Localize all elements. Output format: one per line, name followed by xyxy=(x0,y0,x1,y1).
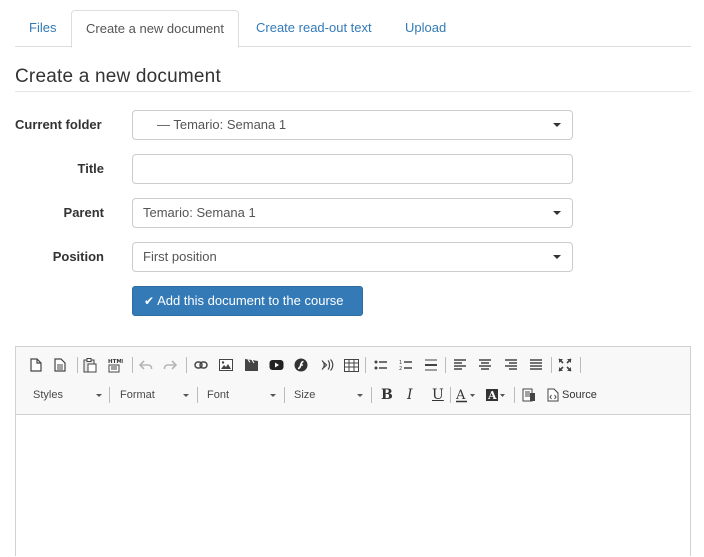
size-dropdown-label: Size xyxy=(294,389,316,401)
tab-create-read-out-text[interactable]: Create read-out text xyxy=(256,10,372,47)
current-folder-select[interactable]: — Temario: Semana 1 xyxy=(132,110,573,140)
tab-files[interactable]: Files xyxy=(29,10,56,47)
parent-value: Temario: Semana 1 xyxy=(143,205,256,220)
horizontal-rule-icon[interactable] xyxy=(422,356,440,374)
link-icon[interactable] xyxy=(192,356,210,374)
chevron-down-icon xyxy=(270,394,276,397)
position-label: Position xyxy=(52,249,104,264)
align-right-icon[interactable] xyxy=(502,356,520,374)
toolbar-separator xyxy=(365,357,366,373)
tab-upload[interactable]: Upload xyxy=(405,10,446,47)
svg-text:HTML: HTML xyxy=(108,359,123,365)
editor-content-area[interactable] xyxy=(16,416,690,557)
styles-dropdown-label: Styles xyxy=(33,389,63,401)
current-folder-label: Current folder xyxy=(15,117,102,132)
justify-icon[interactable] xyxy=(527,356,545,374)
toolbar-separator xyxy=(514,387,515,403)
editor-toolbar: HTML xyxy=(16,347,690,415)
format-dropdown-label: Format xyxy=(120,389,155,401)
chevron-down-icon xyxy=(96,394,102,397)
toolbar-separator xyxy=(580,357,581,373)
current-folder-value: — Temario: Semana 1 xyxy=(157,117,287,132)
source-button-label[interactable]: Source xyxy=(562,386,597,404)
svg-text:2: 2 xyxy=(399,366,402,371)
redo-icon[interactable] xyxy=(161,356,179,374)
svg-text:A: A xyxy=(487,389,497,402)
chevron-down-icon xyxy=(553,211,561,215)
title-input[interactable] xyxy=(132,154,573,184)
toolbar-separator xyxy=(284,387,285,403)
align-left-icon[interactable] xyxy=(451,356,469,374)
tab-create-new-document[interactable]: Create a new document xyxy=(71,10,240,48)
page-title: Create a new document xyxy=(15,66,691,92)
toolbar-separator xyxy=(450,387,451,403)
underline-icon[interactable]: U xyxy=(432,386,444,404)
toolbar-separator xyxy=(109,387,110,403)
toolbar-separator xyxy=(551,357,552,373)
align-center-icon[interactable] xyxy=(476,356,494,374)
video-icon[interactable] xyxy=(242,356,260,374)
bulleted-list-icon[interactable] xyxy=(372,356,390,374)
new-page-icon[interactable] xyxy=(27,356,45,374)
image-icon[interactable] xyxy=(217,356,235,374)
paste-from-html-icon[interactable]: HTML xyxy=(106,356,124,374)
templates-icon[interactable] xyxy=(51,356,69,374)
select-all-icon[interactable] xyxy=(520,386,538,404)
parent-select[interactable]: Temario: Semana 1 xyxy=(132,198,573,228)
chevron-down-icon xyxy=(553,255,561,259)
toolbar-separator xyxy=(77,357,78,373)
position-value: First position xyxy=(143,249,217,264)
text-color-icon[interactable]: A xyxy=(456,386,478,404)
title-label: Title xyxy=(77,161,105,176)
font-dropdown-label: Font xyxy=(207,389,230,401)
styles-dropdown[interactable]: Styles xyxy=(33,386,102,404)
italic-icon[interactable]: I xyxy=(407,386,413,404)
numbered-list-icon[interactable]: 12 xyxy=(397,356,415,374)
table-icon[interactable] xyxy=(342,356,360,374)
source-icon[interactable] xyxy=(544,386,562,404)
undo-icon[interactable] xyxy=(137,356,155,374)
add-document-button[interactable]: ✔ Add this document to the course xyxy=(132,286,363,316)
rich-text-editor: HTML xyxy=(15,346,691,557)
check-icon: ✔ xyxy=(144,294,155,308)
maximize-icon[interactable] xyxy=(556,356,574,374)
format-dropdown[interactable]: Format xyxy=(120,386,189,404)
toolbar-separator xyxy=(445,357,446,373)
background-color-icon[interactable]: A xyxy=(486,386,508,404)
font-dropdown[interactable]: Font xyxy=(207,386,276,404)
audio-icon[interactable] xyxy=(317,356,335,374)
chevron-down-icon xyxy=(183,394,189,397)
nav-tabs: Files Create a new document Create read-… xyxy=(15,10,691,48)
chevron-down-icon xyxy=(553,123,561,127)
position-select[interactable]: First position xyxy=(132,242,573,272)
parent-label: Parent xyxy=(63,205,104,220)
chevron-down-icon xyxy=(357,394,363,397)
youtube-icon[interactable] xyxy=(267,356,285,374)
toolbar-separator xyxy=(197,387,198,403)
toolbar-separator xyxy=(371,387,372,403)
flash-icon[interactable] xyxy=(292,356,310,374)
toolbar-separator xyxy=(132,357,133,373)
bold-icon[interactable]: B xyxy=(381,386,393,404)
toolbar-separator xyxy=(186,357,187,373)
add-document-button-label: Add this document to the course xyxy=(157,293,344,308)
size-dropdown[interactable]: Size xyxy=(294,386,363,404)
paste-icon[interactable] xyxy=(81,356,99,374)
